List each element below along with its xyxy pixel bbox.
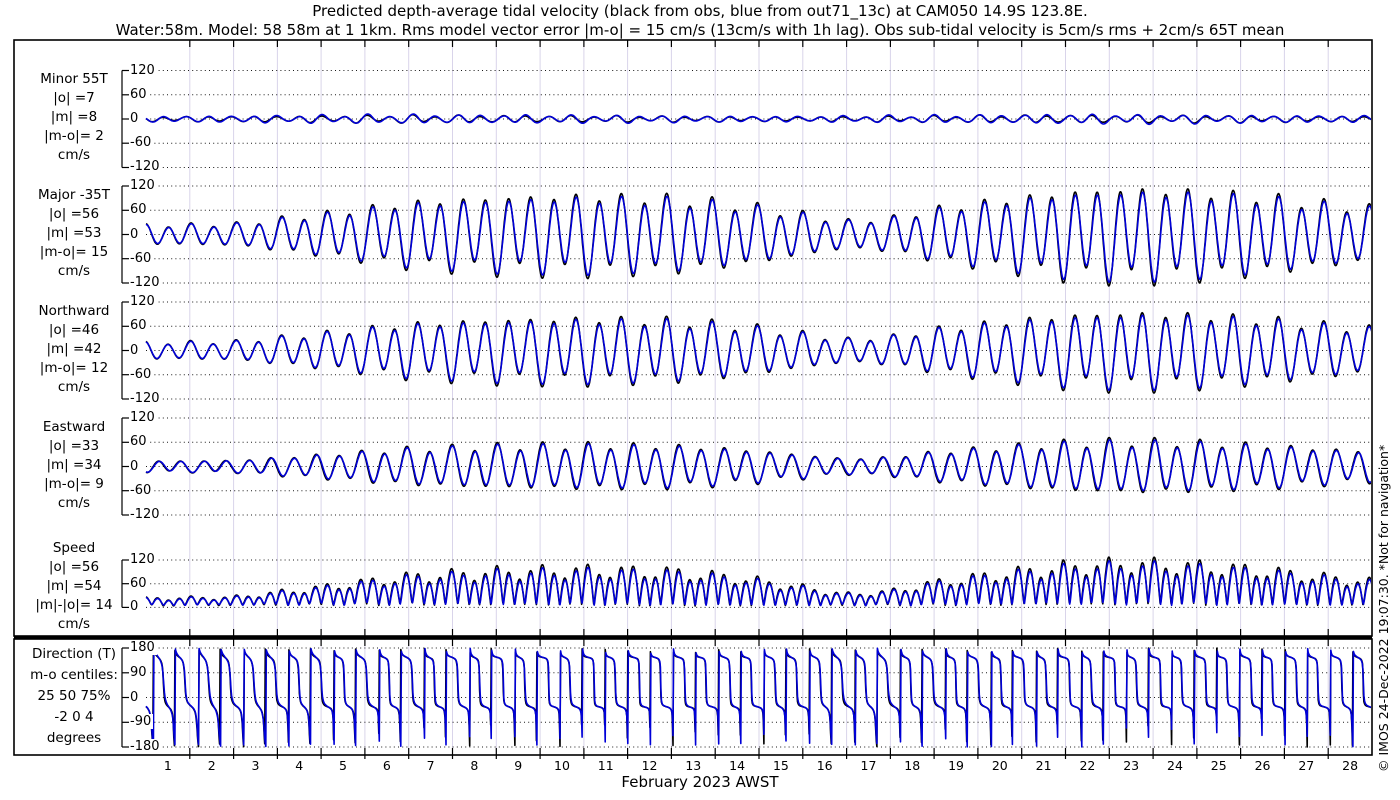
- x-tick-label: 8: [470, 758, 479, 773]
- x-tick-label: 20: [991, 758, 1008, 773]
- x-tick-label: 26: [1254, 758, 1271, 773]
- x-tick-label: 7: [426, 758, 435, 773]
- panel-label-minor: Minor 55T |o| =7 |m| =8 |m-o|= 2 cm/s: [6, 70, 142, 165]
- x-tick-label: 2: [207, 758, 216, 773]
- panel-title: Major -35T: [37, 187, 111, 203]
- x-tick-label: 13: [685, 758, 702, 773]
- panel-title: Minor 55T: [40, 71, 108, 87]
- panel-title: Eastward: [42, 419, 106, 435]
- x-tick-label: 14: [729, 758, 746, 773]
- panel-stat: |o| =56: [48, 206, 100, 222]
- panel-stat: |m-o|= 9: [44, 476, 104, 492]
- panel-label-major: Major -35T |o| =56 |m| =53 |m-o|= 15 cm/s: [6, 186, 142, 281]
- x-tick-label: 25: [1210, 758, 1227, 773]
- panel-title: Direction (T): [31, 646, 117, 662]
- x-tick-label: 12: [641, 758, 658, 773]
- x-tick-label: 18: [904, 758, 921, 773]
- watermark-credit: © IMOS 24-Dec-2022 19:07:30. *Not for na…: [1376, 444, 1391, 772]
- panel-label-direction: Direction (T) m-o centiles: 25 50 75% -2 0 …: [6, 644, 142, 749]
- panel-units: degrees: [46, 730, 102, 746]
- panel-stat: |m| =54: [46, 578, 102, 594]
- panel-label-east: Eastward |o| =33 |m| =34 |m-o|= 9 cm/s: [6, 418, 142, 513]
- panel-units: cm/s: [57, 495, 91, 511]
- panel-stat: |o| =7: [53, 90, 95, 106]
- x-tick-label: 11: [597, 758, 614, 773]
- panel-stat: |o| =56: [48, 559, 100, 575]
- x-tick-label: 6: [382, 758, 391, 773]
- panel-stat: |m| =42: [46, 341, 102, 357]
- chart-plot-area: [13, 39, 1373, 759]
- x-tick-label: 17: [860, 758, 877, 773]
- panel-stat: |m-o|= 12: [39, 360, 109, 376]
- panel-stat: |m| =34: [46, 457, 102, 473]
- tidal-prediction-figure: Predicted depth-average tidal velocity (…: [0, 0, 1400, 800]
- x-tick-label: 10: [554, 758, 570, 773]
- panel-stat: |o| =33: [48, 438, 100, 454]
- panel-title: Northward: [38, 303, 110, 319]
- x-tick-label: 16: [816, 758, 833, 773]
- x-tick-label: 3: [251, 758, 260, 773]
- x-tick-label: 5: [339, 758, 347, 773]
- panel-label-speed: Speed |o| =56 |m| =54 |m|-|o|= 14 cm/s: [6, 539, 142, 634]
- x-tick-label: 24: [1167, 758, 1183, 773]
- panel-stat: |m-o|= 15: [39, 244, 109, 260]
- panel-label-north: Northward |o| =46 |m| =42 |m-o|= 12 cm/s: [6, 302, 142, 397]
- panel-stat: m-o centiles:: [30, 667, 118, 683]
- panel-units: cm/s: [57, 263, 91, 279]
- panel-units: cm/s: [57, 147, 91, 163]
- x-tick-label: 19: [948, 758, 964, 773]
- panel-stat: 25 50 75%: [37, 688, 111, 704]
- panel-stat: |m-o|= 2: [44, 128, 104, 144]
- x-tick-label: 23: [1123, 758, 1140, 773]
- x-tick-label: 15: [772, 758, 789, 773]
- panel-stat: |o| =46: [48, 322, 100, 338]
- gridlines-layer: [146, 41, 1372, 754]
- x-tick-label: 22: [1079, 758, 1096, 773]
- x-tick-label: 27: [1298, 758, 1315, 773]
- panel-units: cm/s: [57, 616, 91, 632]
- panel-stat: -2 0 4: [54, 709, 94, 725]
- panel-stat: |m| =53: [46, 225, 102, 241]
- x-tick-label: 4: [295, 758, 304, 773]
- panel-stat: |m|-|o|= 14: [35, 597, 113, 613]
- panel-title: Speed: [52, 540, 96, 556]
- x-tick-label: 9: [514, 758, 523, 773]
- x-tick-label: 1: [163, 758, 172, 773]
- x-tick-label: 28: [1342, 758, 1359, 773]
- x-axis-label: February 2023 AWST: [621, 773, 779, 791]
- x-tick-label: 21: [1035, 758, 1052, 773]
- panel-units: cm/s: [57, 379, 91, 395]
- panel-stat: |m| =8: [50, 109, 98, 125]
